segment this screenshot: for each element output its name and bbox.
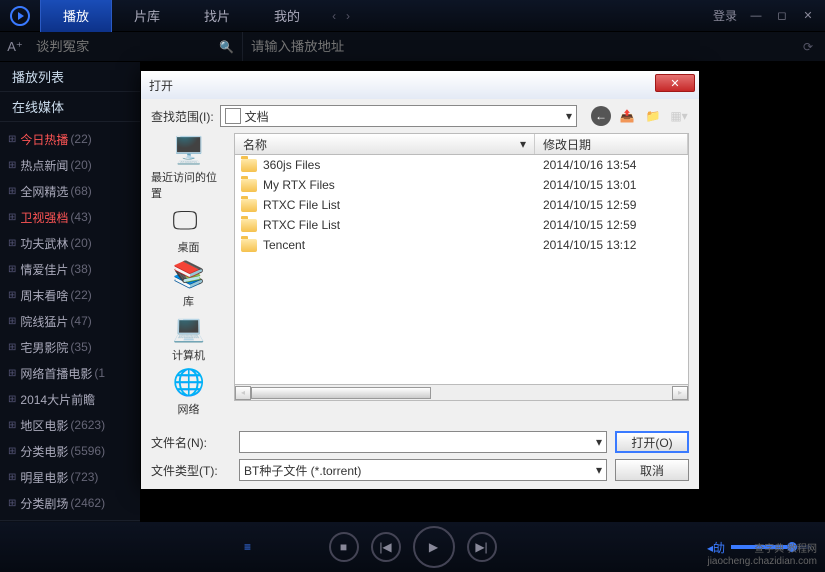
minimize-icon[interactable]: —: [749, 9, 763, 23]
next-button[interactable]: ▶|: [467, 532, 497, 562]
scope-label: 查找范围(I):: [151, 108, 214, 125]
sidebar-item[interactable]: ⊞明星电影(723): [0, 464, 140, 490]
login-link[interactable]: 登录: [713, 7, 737, 24]
sidebar-item[interactable]: ⊞功夫武林(20): [0, 230, 140, 256]
topbar: 播放 片库 找片 我的 ‹ › 登录 — ◻ ✕: [0, 0, 825, 32]
filetype-label: 文件类型(T):: [151, 462, 231, 479]
file-row[interactable]: RTXC File List2014/10/15 12:59: [235, 195, 688, 215]
places-item[interactable]: 🌐网络: [173, 367, 205, 417]
cancel-button[interactable]: 取消: [615, 459, 689, 481]
tab-mine[interactable]: 我的: [252, 0, 322, 32]
places-item[interactable]: 🖥️最近访问的位置: [151, 135, 226, 201]
sidebar-item[interactable]: ⊞2014大片前瞻: [0, 386, 140, 412]
dialog-titlebar[interactable]: 打开 ✕: [141, 71, 699, 99]
dialog-close-button[interactable]: ✕: [655, 74, 695, 92]
file-row[interactable]: Tencent2014/10/15 13:12: [235, 235, 688, 255]
open-button[interactable]: 打开(O): [615, 431, 689, 453]
places-item[interactable]: 📚库: [173, 259, 205, 309]
player-bar: ≡ ■ |◀ ▶ ▶| ◂劰 查字典 教程网 jiaocheng.chazidi…: [0, 522, 825, 572]
sidebar-item[interactable]: ⊞热点新闻(20): [0, 152, 140, 178]
search-input[interactable]: [30, 39, 219, 54]
file-row[interactable]: 360js Files2014/10/16 13:54: [235, 155, 688, 175]
sidebar-header-playlist[interactable]: 播放列表: [0, 62, 140, 92]
horizontal-scrollbar[interactable]: ◂▸: [234, 385, 689, 401]
tab-play[interactable]: 播放: [40, 0, 112, 32]
sidebar-item[interactable]: ⊞卫视强档(43): [0, 204, 140, 230]
places-item[interactable]: 🖵桌面: [173, 205, 205, 255]
file-list-header[interactable]: 名称▾ 修改日期: [234, 133, 689, 155]
font-size-icon[interactable]: A⁺: [0, 39, 30, 55]
maximize-icon[interactable]: ◻: [775, 9, 789, 23]
sidebar-item[interactable]: ⊞周末看啥(22): [0, 282, 140, 308]
address-input[interactable]: [242, 32, 791, 61]
document-icon: [225, 108, 241, 124]
open-file-dialog: 打开 ✕ 查找范围(I): 文档 ▾ ← 📤 📁 ▦▾ 🖥️最近访问的位置 🖵桌面…: [140, 70, 700, 490]
file-row[interactable]: RTXC File List2014/10/15 12:59: [235, 215, 688, 235]
close-icon[interactable]: ✕: [801, 9, 815, 23]
view-menu-icon[interactable]: ▦▾: [669, 106, 689, 126]
back-icon[interactable]: ←: [591, 106, 611, 126]
scope-dropdown[interactable]: 文档 ▾: [220, 105, 577, 127]
places-item[interactable]: 💻计算机: [172, 313, 205, 363]
sidebar: 播放列表 在线媒体 ⊞今日热播(22)⊞热点新闻(20)⊞全网精选(68)⊞卫视…: [0, 62, 140, 522]
new-folder-icon[interactable]: 📁: [643, 106, 663, 126]
list-icon[interactable]: ≡: [244, 540, 251, 554]
nav-arrows[interactable]: ‹ ›: [332, 9, 350, 23]
chevron-down-icon: ▾: [566, 109, 572, 123]
sidebar-item[interactable]: ⊞宅男影院(35): [0, 334, 140, 360]
tab-find[interactable]: 找片: [182, 0, 252, 32]
searchbar: A⁺ 🔍 ⟳: [0, 32, 825, 62]
main-tabs: 播放 片库 找片 我的: [40, 0, 322, 32]
play-button[interactable]: ▶: [413, 526, 455, 568]
sidebar-item[interactable]: ⊞院线猛片(47): [0, 308, 140, 334]
tab-library[interactable]: 片库: [112, 0, 182, 32]
sidebar-item[interactable]: ⊞地区电影(2623): [0, 412, 140, 438]
filename-label: 文件名(N):: [151, 434, 231, 451]
app-logo[interactable]: [0, 6, 40, 26]
sidebar-item[interactable]: ⊞分类电影(5596): [0, 438, 140, 464]
search-icon[interactable]: 🔍: [219, 40, 234, 54]
file-list[interactable]: 360js Files2014/10/16 13:54My RTX Files2…: [234, 155, 689, 385]
stop-button[interactable]: ■: [329, 532, 359, 562]
sidebar-item[interactable]: ⊞分类剧场(2462): [0, 490, 140, 516]
filename-input[interactable]: ▾: [239, 431, 607, 453]
sidebar-item[interactable]: ⊞网络首播电影(1: [0, 360, 140, 386]
sidebar-item[interactable]: ⊞情爱佳片(38): [0, 256, 140, 282]
refresh-icon[interactable]: ⟳: [791, 40, 825, 54]
up-icon[interactable]: 📤: [617, 106, 637, 126]
sidebar-item[interactable]: ⊞全网精选(68): [0, 178, 140, 204]
prev-button[interactable]: |◀: [371, 532, 401, 562]
filetype-dropdown[interactable]: BT种子文件 (*.torrent)▾: [239, 459, 607, 481]
sidebar-item[interactable]: ⊞今日热播(22): [0, 126, 140, 152]
sidebar-header-online[interactable]: 在线媒体: [0, 92, 140, 122]
watermark: 查字典 教程网 jiaocheng.chazidian.com: [707, 544, 817, 568]
file-row[interactable]: My RTX Files2014/10/15 13:01: [235, 175, 688, 195]
